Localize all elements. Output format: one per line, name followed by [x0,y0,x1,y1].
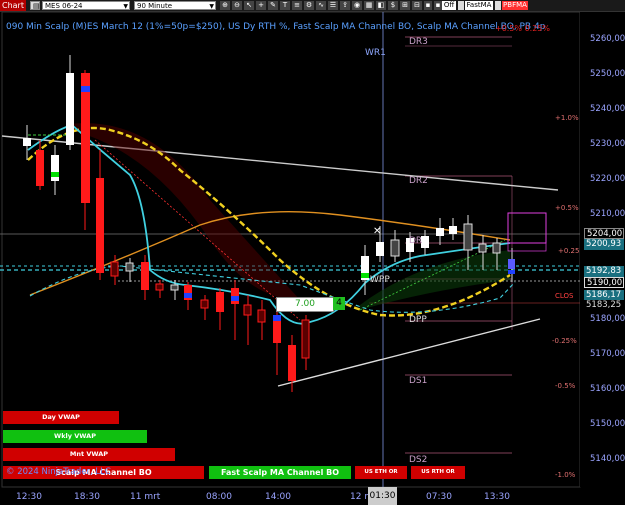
y-tick: 5240,00 [590,104,625,114]
candle [508,259,515,269]
time-cursor-label: 01:30 [368,487,397,505]
mnt-vwap-button[interactable]: Mnt VWAP [3,448,175,461]
candle [81,73,90,203]
signal-marker [361,273,369,278]
candle [96,178,104,273]
price-tag-low: 5183,25 [584,300,624,311]
wpp-label: WPP [370,275,390,285]
dr1-label: DR [409,236,423,246]
pct-label: CLOS [555,292,574,300]
y-tick: 5220,00 [590,174,625,184]
candle [492,242,501,254]
y-tick: 5140,00 [590,454,625,464]
signal-marker [51,172,59,177]
candle [216,292,224,312]
price-tag-vwap: 5192,83 [584,266,624,277]
y-tick: 5170,00 [590,349,625,359]
crosshair-icon: ✕ [373,226,381,237]
candle [257,309,266,323]
ds1-label: DS1 [409,376,428,386]
signal-marker [81,86,90,92]
title-pct: +0.5% 0.25% [495,24,550,33]
candle [390,239,400,257]
fast-scalp-channel-button[interactable]: Fast Scalp MA Channel BO [209,466,351,479]
candle [155,283,164,291]
order-count-badge[interactable]: 4 [333,297,345,310]
candle [36,150,44,186]
pct-label: -0.5% [555,382,576,390]
x-tick: 13:30 [484,492,510,502]
pct-label: +1.0% [555,114,579,122]
candle [110,261,119,277]
price-tag-crosshair: 5204,00 [584,228,624,239]
candle [288,345,296,381]
price-tag-last: 5190,00 [584,277,624,288]
candle [421,236,429,248]
candles [23,55,515,392]
candle [125,262,134,272]
y-tick: 5260,00 [590,34,625,44]
bear-channel-fill [70,123,300,300]
candle [23,138,31,146]
pct-label: -0.25% [552,337,577,345]
candle [200,299,209,309]
x-tick: 12:30 [16,492,42,502]
y-tick: 5230,00 [590,139,625,149]
x-tick: 08:00 [206,492,232,502]
chart-title: 090 Min Scalp (M)ES March 12 (1%=50p=$25… [6,22,546,32]
wr1-label: WR1 [365,48,386,58]
candle [463,223,473,251]
signal-marker [184,293,192,298]
dpp-label: DPP [409,315,427,325]
candle [449,226,457,234]
pct-label: +0.5% [555,204,579,212]
x-tick: 07:30 [426,492,452,502]
y-tick: 5180,00 [590,314,625,324]
y-tick: 5250,00 [590,69,625,79]
wkly-vwap-button[interactable]: Wkly VWAP [3,430,147,443]
ds2-label: DS2 [409,455,428,465]
candle [301,319,310,359]
target-box-2 [507,242,547,252]
candle [170,284,179,291]
target-box [507,212,547,244]
x-tick: 11 mrt [130,492,161,502]
x-tick: 18:30 [74,492,100,502]
signal-marker [508,270,515,274]
x-tick: 14:00 [265,492,291,502]
y-tick: 5210,00 [590,209,625,219]
us-rth-or-button[interactable]: US RTH OR [411,466,465,479]
y-tick: 5150,00 [590,419,625,429]
candle [243,304,252,316]
signal-marker [273,315,281,321]
copyright-text: © 2024 NinjaTrader, LLC [6,467,111,477]
y-tick: 5160,00 [590,384,625,394]
candle [478,243,487,253]
order-qty-box[interactable]: 7.00 [276,297,334,312]
candle [141,262,149,290]
candle [66,73,74,145]
candle [51,155,59,181]
signal-marker [231,296,239,301]
dr2-label: DR2 [409,176,428,186]
day-vwap-button[interactable]: Day VWAP [3,411,119,424]
pct-label: +0.25 [558,247,580,255]
price-tag-cyan: 5200,93 [584,239,624,250]
dr3-label: DR3 [409,37,428,47]
pct-label: -1.0% [555,471,576,479]
candle [376,242,384,256]
us-eth-or-button[interactable]: US ETH OR [355,466,407,479]
candle [436,228,444,236]
